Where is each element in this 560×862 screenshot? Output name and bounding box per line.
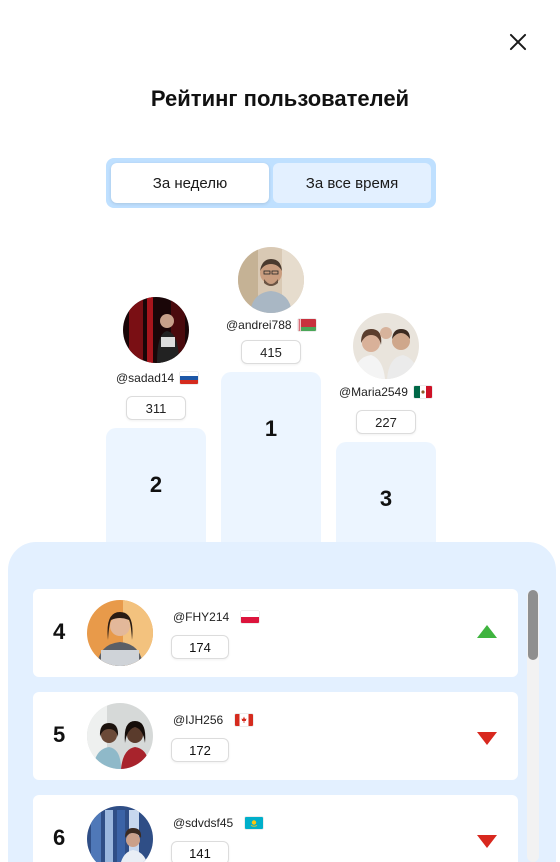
username-label: @sdvdsf45 [173,816,234,830]
pedestal-rank: 3 [379,486,393,511]
pedestal-second: 2 [106,428,206,544]
score: 141 [171,841,229,862]
username-second-place: @sadad14 [116,371,199,385]
avatar-first-place[interactable] [238,247,304,313]
username-label: @Maria2549 [339,385,408,399]
belarus-flag-icon [297,319,316,331]
avatar[interactable] [87,703,153,769]
mexico-flag-icon [413,386,432,398]
username-label: @andrei788 [226,318,292,332]
username: @sdvdsf45 [173,816,264,830]
score: 172 [171,738,229,762]
score-first-place: 415 [241,340,301,364]
avatar-third-place[interactable] [353,313,419,379]
kazakhstan-flag-icon [245,817,264,829]
rank-number: 5 [53,722,66,747]
poland-flag-icon [241,611,260,623]
trend-down-icon [477,732,497,745]
trend-down-icon [477,835,497,848]
close-icon[interactable] [506,30,530,54]
tab-week[interactable]: За неделю [111,163,269,203]
trend-up-icon [477,625,497,638]
page-title: Рейтинг пользователей [150,86,410,111]
score: 174 [171,635,229,659]
username-label: @sadad14 [116,371,175,385]
pedestal-third: 3 [336,442,436,544]
username-first-place: @andrei788 [226,318,316,332]
score-second-place: 311 [126,396,186,420]
scrollbar-thumb[interactable] [528,590,538,660]
list-item[interactable]: 6 @sdvdsf45 141 [33,795,518,862]
list-item[interactable]: 4 @FHY214 174 [33,589,518,677]
pedestal-first: 1 [221,372,321,544]
username-label: @FHY214 [173,610,230,624]
period-switcher: За неделю За все время [106,158,436,208]
avatar[interactable] [87,806,153,862]
username: @FHY214 [173,610,260,624]
username-third-place: @Maria2549 [339,385,432,399]
username-label: @IJH256 [173,713,224,727]
avatar-second-place[interactable] [123,297,189,363]
list-item[interactable]: 5 @IJH256 172 [33,692,518,780]
rank-number: 6 [53,825,66,850]
rank-number: 4 [53,619,66,644]
canada-flag-icon [235,714,254,726]
pedestal-rank: 1 [264,416,278,441]
russia-flag-icon [180,372,199,384]
pedestal-rank: 2 [149,472,163,497]
username: @IJH256 [173,713,254,727]
score-third-place: 227 [356,410,416,434]
avatar[interactable] [87,600,153,666]
tab-all-time[interactable]: За все время [273,163,431,203]
